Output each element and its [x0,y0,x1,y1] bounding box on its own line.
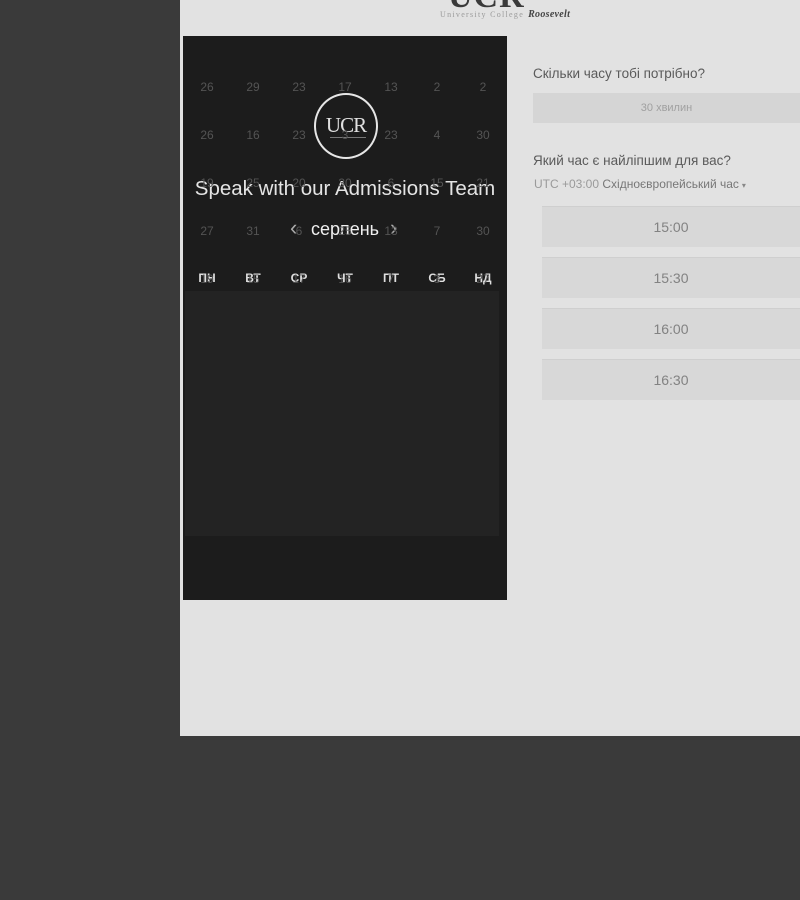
calendar-day[interactable]: 23 [376,128,406,142]
calendar-day[interactable]: 23 [284,80,314,94]
timezone-selector[interactable]: UTC +03:00 Східноєвропейський час ▾ [534,177,746,191]
time-slot-button[interactable]: 15:30 [542,257,800,298]
calendar-day[interactable]: 17 [330,80,360,94]
calendar-day[interactable]: 16 [330,272,360,286]
caret-down-icon: ▾ [741,181,746,190]
calendar-day[interactable]: 17 [284,272,314,286]
scheduler-panel: Скільки часу тобі потрібно? 30 хвилин Як… [533,60,800,400]
calendar-day[interactable]: 20 [284,176,314,190]
calendar-day[interactable]: 16 [238,128,268,142]
calendar-day[interactable]: 21 [468,176,498,190]
time-slot-button[interactable]: 15:00 [542,206,800,247]
logo-college-text: University College [440,10,525,19]
calendar-day[interactable]: 13 [376,224,406,238]
calendar-day[interactable]: 27 [192,224,222,238]
calendar-day[interactable]: 13 [376,80,406,94]
calendar-day[interactable]: 7 [376,272,406,286]
calendar-day[interactable]: 7 [422,224,452,238]
calendar-day[interactable]: 29 [238,80,268,94]
university-logo: UCR University CollegeRoosevelt [440,0,590,24]
calendar-day[interactable]: 31 [238,224,268,238]
calendar-day[interactable]: 25 [330,224,360,238]
calendar-day[interactable]: 30 [468,128,498,142]
calendar-day[interactable]: 25 [238,176,268,190]
logo-name: Roosevelt [528,9,571,20]
calendar-day[interactable]: 6 [284,224,314,238]
time-slot-button[interactable]: 16:00 [542,308,800,349]
calendar-day[interactable]: 19 [192,272,222,286]
calendar-day[interactable]: 6 [376,176,406,190]
calendar-grid: 26 29 23 17 13 2 2 26 16 23 3 23 4 30 19 25 20 30 6 15 21 27 3… [185,80,499,536]
calendar-day[interactable]: 4 [422,128,452,142]
calendar-day[interactable]: 30 [468,224,498,238]
calendar-day[interactable]: 30 [330,176,360,190]
logo-subtitle: University College Roosevelt [440,9,570,20]
ucr-circle-logo: UCR [314,93,378,159]
calendar-day[interactable]: 26 [192,80,222,94]
calendar-day[interactable]: 3 [422,272,452,286]
calendar-day[interactable]: 3 [330,128,360,142]
duration-selector[interactable]: 30 хвилин [533,93,800,123]
duration-question: Скільки часу тобі потрібно? [533,66,705,81]
timezone-offset: UTC +03:00 [534,177,600,191]
calendar-day[interactable]: 2 [422,80,452,94]
calendar-day[interactable]: 26 [192,128,222,142]
calendar-day[interactable]: 15 [422,176,452,190]
calendar-day[interactable]: 27 [468,272,498,286]
calendar-day[interactable]: 15 [238,272,268,286]
time-slot-button[interactable]: 16:30 [542,359,800,400]
booking-panel: UCR Speak with our Admissions Team ‹ сер… [183,36,507,600]
timezone-name: Східноєвропейський час [602,177,739,191]
time-question: Який час є найліпшим для вас? [533,153,731,168]
calendar-day[interactable]: 23 [284,128,314,142]
calendar-day[interactable]: 19 [192,176,222,190]
calendar-day[interactable]: 2 [468,80,498,94]
